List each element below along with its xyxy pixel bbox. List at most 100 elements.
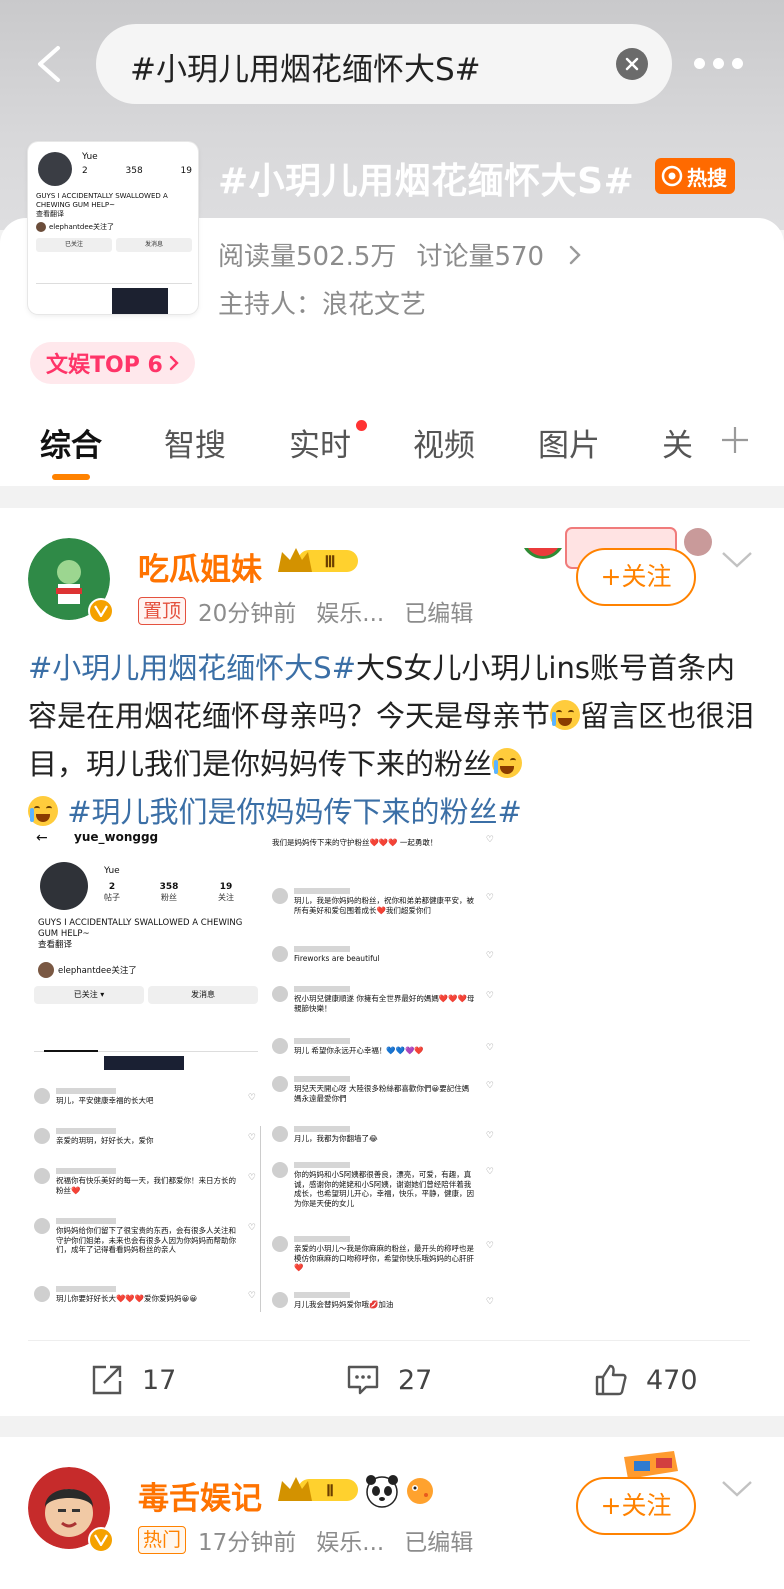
ig-stat-posts: 2 xyxy=(108,882,116,892)
post-card[interactable]: 吃瓜姐妹 Ⅲ 置顶 20分钟前 娱乐... 已编辑 +关注 #小玥儿用烟花缅怀大… xyxy=(0,508,784,1416)
svg-text:Ⅲ: Ⅲ xyxy=(324,554,335,571)
ig-stat-fans: 358 xyxy=(159,882,179,892)
reads-count: 阅读量502.5万 xyxy=(218,242,397,272)
rank-badge-label: 文娱TOP 6 xyxy=(46,353,163,378)
crying-emoji-icon xyxy=(550,700,581,730)
ig-stat-posts-label: 帖子 xyxy=(104,893,120,902)
ig-stats: 2 帖子 358 粉丝 19 关注 xyxy=(104,882,234,903)
heart-icon: ♡ xyxy=(247,1093,256,1103)
heart-icon: ♡ xyxy=(485,1131,494,1141)
tab-video[interactable]: 视频 xyxy=(413,420,475,465)
tab-active-indicator xyxy=(52,474,90,480)
like-button[interactable]: 470 xyxy=(594,1363,698,1397)
post-meta: 置顶 20分钟前 娱乐... 已编辑 xyxy=(138,594,473,628)
comment-button[interactable]: 27 xyxy=(346,1363,432,1397)
fire-icon xyxy=(661,165,683,187)
ig-following-button: 已关注 ▾ xyxy=(34,986,144,1004)
comment-text: 我们是妈妈传下来的守护粉丝❤️❤️❤️ 一起勇敢！ xyxy=(272,838,438,847)
topic-title: #小玥儿用烟花缅怀大S# xyxy=(218,161,635,202)
ig-translate: 查看翻译 xyxy=(38,940,73,950)
image-left-panel: ← yue_wonggg Yue 2 帖子 358 粉丝 19 关注 GUYS I A… xyxy=(28,826,260,1320)
thumbnail-buttons: 已关注 发消息 xyxy=(36,238,192,252)
edited-label: 已编辑 xyxy=(404,601,474,627)
thumbnail-stat-posts: 2 xyxy=(82,166,88,176)
edited-label: 已编辑 xyxy=(404,1530,474,1556)
follow-button[interactable]: +关注 xyxy=(576,548,696,606)
share-icon xyxy=(92,1365,122,1395)
ig-name: Yue xyxy=(104,866,120,876)
ig-stat-fans-label: 粉丝 xyxy=(160,893,177,902)
ig-post-thumb xyxy=(104,1056,184,1070)
heart-icon: ♡ xyxy=(485,893,494,903)
tab-images[interactable]: 图片 xyxy=(538,420,600,465)
ig-follow-line: elephantdee关注了 xyxy=(38,962,137,978)
more-icon[interactable] xyxy=(694,58,744,70)
post-body: #小玥儿用烟花缅怀大S#大S女儿小玥儿ins账号首条内容是在用烟花缅怀母亲吗？今… xyxy=(28,644,758,836)
thumbnail-follow-line: elephantdee关注了 xyxy=(36,222,190,232)
tab-smart-search[interactable]: 智搜 xyxy=(164,420,226,465)
avatar[interactable] xyxy=(28,1467,114,1553)
thumbnail-stats: 2 358 19 xyxy=(82,166,192,176)
search-input[interactable]: #小玥儿用烟花缅怀大S# xyxy=(130,44,481,89)
image-right-panel: 我们是妈妈传下来的守护粉丝❤️❤️❤️ 一起勇敢！ ♡ 玥儿，我是你妈妈的粉丝，祝… xyxy=(272,826,502,1320)
chevron-down-icon[interactable] xyxy=(720,1479,754,1499)
thumbnail-following-button: 已关注 xyxy=(36,238,112,252)
repost-count: 17 xyxy=(142,1364,177,1396)
thumbnail-tabs xyxy=(36,264,192,284)
crying-emoji-icon xyxy=(492,748,523,778)
back-arrow-icon: ← xyxy=(36,830,48,846)
heart-icon: ♡ xyxy=(485,1043,494,1053)
heart-icon: ♡ xyxy=(247,1223,256,1233)
avatar[interactable] xyxy=(28,538,114,624)
ig-tabs xyxy=(34,1026,258,1052)
heart-icon: ♡ xyxy=(247,1133,256,1143)
topic-stats[interactable]: 阅读量502.5万 讨论量570 xyxy=(218,236,582,273)
comment-text: 祝福你有快乐美好的每一天，我们都爱你！来日方长的粉丝❤️ xyxy=(56,1176,236,1195)
pinned-tag: 置顶 xyxy=(138,597,187,625)
repost-button[interactable]: 17 xyxy=(90,1363,176,1397)
tab-realtime[interactable]: 实时 xyxy=(289,420,351,465)
hashtag-link-2[interactable]: #玥儿我们是你妈妈传下来的粉丝# xyxy=(67,795,522,829)
ig-bio-text: GUYS I ACCIDENTALLY SWALLOWED A CHEWING … xyxy=(38,918,243,939)
chevron-down-icon[interactable] xyxy=(720,550,754,570)
crying-emoji-icon xyxy=(28,796,58,826)
add-tab-icon[interactable] xyxy=(720,425,750,455)
rank-badge[interactable]: 文娱TOP 6 xyxy=(30,342,195,384)
thumbnail-message-button: 发消息 xyxy=(116,238,192,252)
comment-count: 27 xyxy=(398,1364,433,1396)
search-bar[interactable]: #小玥儿用烟花缅怀大S# xyxy=(96,24,672,104)
comment-text: 玥兒天天開心呀 大陸很多粉絲都喜歡你們😀要記住媽媽永遠最愛你們 xyxy=(294,1084,470,1103)
like-count: 470 xyxy=(646,1364,698,1396)
heart-icon: ♡ xyxy=(485,1297,494,1307)
ig-stat-following: 19 xyxy=(219,882,233,892)
comment-text: 玥儿 希望你永远开心幸福！💙💙💜❤️ xyxy=(294,1046,424,1055)
pufferfish-emoji-icon xyxy=(407,1478,433,1504)
image-divider xyxy=(260,1126,261,1312)
comment-text: 祝小玥兒健康順遂 你擁有全世界最好的媽媽❤️❤️❤️母親節快樂！ xyxy=(294,994,475,1013)
username[interactable]: 毒舌娱记 xyxy=(138,1473,262,1518)
post-card[interactable]: 毒舌娱记 Ⅱ 热门 17分钟前 娱乐... 已编辑 +关注 xyxy=(0,1437,784,1589)
verified-icon xyxy=(88,1527,114,1553)
back-arrow-icon[interactable] xyxy=(30,42,70,86)
comment-text: 月儿，我都为你翻墙了😂 xyxy=(294,1134,378,1143)
comment-icon xyxy=(347,1365,379,1395)
tab-comprehensive[interactable]: 综合 xyxy=(40,420,102,465)
post-time: 17分钟前 xyxy=(198,1530,297,1556)
follow-button[interactable]: +关注 xyxy=(576,1477,696,1535)
post-action-bar: 17 27 470 xyxy=(28,1340,750,1416)
ig-bio: GUYS I ACCIDENTALLY SWALLOWED A CHEWING … xyxy=(38,918,258,951)
hashtag-link[interactable]: #小玥儿用烟花缅怀大S# xyxy=(28,651,356,685)
tab-follow[interactable]: 关 xyxy=(662,420,693,465)
thumbnail-image xyxy=(112,288,168,314)
new-indicator-dot xyxy=(356,420,367,431)
thumbnail-stat-fans: 358 xyxy=(125,166,143,176)
post-image[interactable]: ← yue_wonggg Yue 2 帖子 358 粉丝 19 关注 GUYS I A… xyxy=(28,826,508,1320)
ig-follow-text: elephantdee关注了 xyxy=(58,966,137,976)
username[interactable]: 吃瓜姐妹 xyxy=(138,544,262,589)
heart-icon: ♡ xyxy=(485,1241,494,1251)
topic-thumbnail[interactable]: Yue 2 358 19 GUYS I ACCIDENTALLY SWALLOW… xyxy=(28,142,198,314)
thumbnail-bio-text: GUYS I ACCIDENTALLY SWALLOWED A CHEWING … xyxy=(36,192,168,209)
ig-buttons: 已关注 ▾ 发消息 xyxy=(34,986,258,1004)
hot-tag: 热门 xyxy=(138,1526,187,1554)
clear-icon[interactable] xyxy=(616,48,648,80)
